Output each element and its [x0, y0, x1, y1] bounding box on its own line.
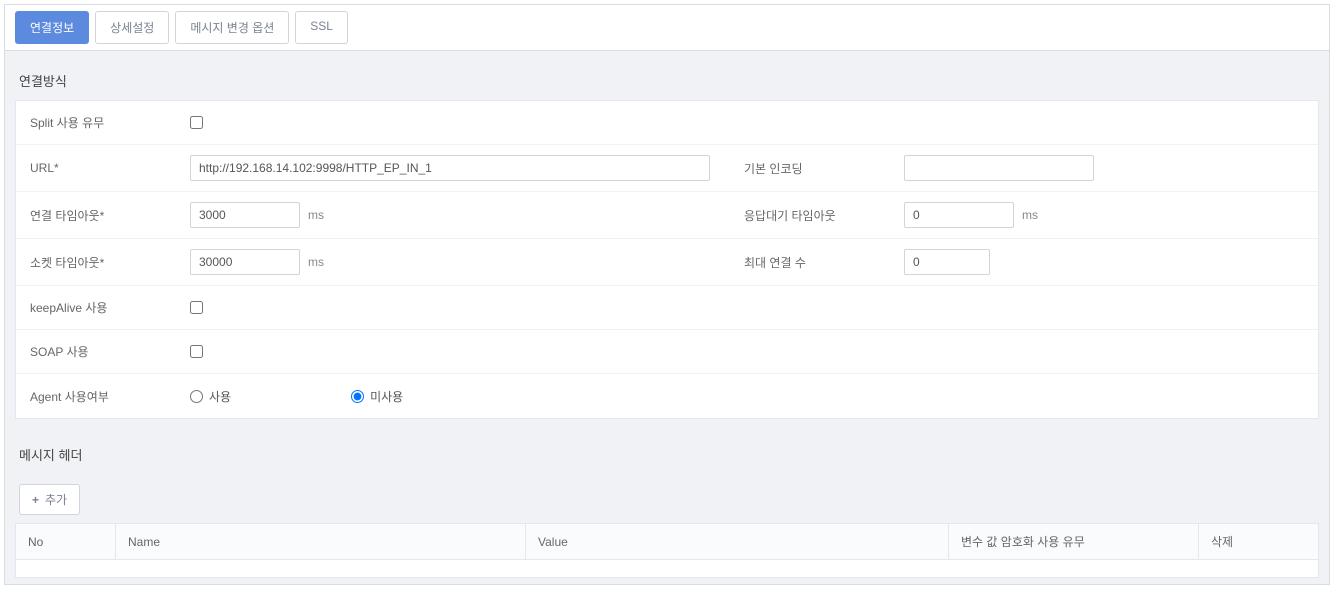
section-title-header: 메시지 헤더: [15, 439, 1319, 474]
col-encrypt: 변수 값 암호화 사용 유무: [949, 524, 1199, 560]
url-label: URL*: [30, 161, 190, 175]
tab-message-change-options[interactable]: 메시지 변경 옵션: [175, 11, 289, 44]
max-conn-input[interactable]: [904, 249, 990, 275]
conn-timeout-input[interactable]: [190, 202, 300, 228]
ms-unit: ms: [1022, 208, 1038, 222]
split-checkbox[interactable]: [190, 116, 203, 129]
add-button-label: 추가: [45, 491, 67, 508]
soap-checkbox[interactable]: [190, 345, 203, 358]
table-header-row: No Name Value 변수 값 암호화 사용 유무 삭제: [16, 524, 1319, 560]
config-panel: 연결정보 상세설정 메시지 변경 옵션 SSL 연결방식 Split 사용 유무…: [4, 4, 1330, 585]
socket-timeout-input[interactable]: [190, 249, 300, 275]
encoding-input[interactable]: [904, 155, 1094, 181]
url-input[interactable]: [190, 155, 710, 181]
col-value: Value: [526, 524, 949, 560]
col-name: Name: [116, 524, 526, 560]
section-title-connection: 연결방식: [15, 65, 1319, 100]
max-conn-label: 최대 연결 수: [744, 254, 904, 271]
connection-method-section: 연결방식 Split 사용 유무 URL* 기본 인코: [5, 51, 1329, 425]
keepalive-label: keepAlive 사용: [30, 299, 190, 316]
message-header-section: 메시지 헤더 + 추가 No Name Value 변수 값 암호화 사용 유무…: [5, 425, 1329, 584]
agent-use-radio[interactable]: [190, 390, 203, 403]
agent-label: Agent 사용여부: [30, 388, 190, 405]
conn-timeout-label: 연결 타임아웃*: [30, 207, 190, 224]
tab-detail-settings[interactable]: 상세설정: [95, 11, 169, 44]
resp-timeout-input[interactable]: [904, 202, 1014, 228]
col-no: No: [16, 524, 116, 560]
socket-timeout-label: 소켓 타임아웃*: [30, 254, 190, 271]
soap-label: SOAP 사용: [30, 343, 190, 360]
keepalive-checkbox[interactable]: [190, 301, 203, 314]
col-delete: 삭제: [1199, 524, 1319, 560]
agent-nouse-label: 미사용: [370, 388, 403, 405]
agent-nouse-radio[interactable]: [351, 390, 364, 403]
split-label: Split 사용 유무: [30, 114, 190, 131]
header-table: No Name Value 변수 값 암호화 사용 유무 삭제: [15, 523, 1319, 578]
resp-timeout-label: 응답대기 타임아웃: [744, 207, 904, 224]
tab-ssl[interactable]: SSL: [295, 11, 348, 44]
table-empty: [16, 560, 1319, 578]
ms-unit: ms: [308, 255, 324, 269]
tab-connection-info[interactable]: 연결정보: [15, 11, 89, 44]
agent-use-label: 사용: [209, 388, 231, 405]
connection-form: Split 사용 유무 URL* 기본 인코딩: [15, 100, 1319, 419]
plus-icon: +: [32, 493, 39, 507]
encoding-label: 기본 인코딩: [744, 160, 904, 177]
ms-unit: ms: [308, 208, 324, 222]
tab-bar: 연결정보 상세설정 메시지 변경 옵션 SSL: [5, 5, 1329, 51]
add-button[interactable]: + 추가: [19, 484, 80, 515]
